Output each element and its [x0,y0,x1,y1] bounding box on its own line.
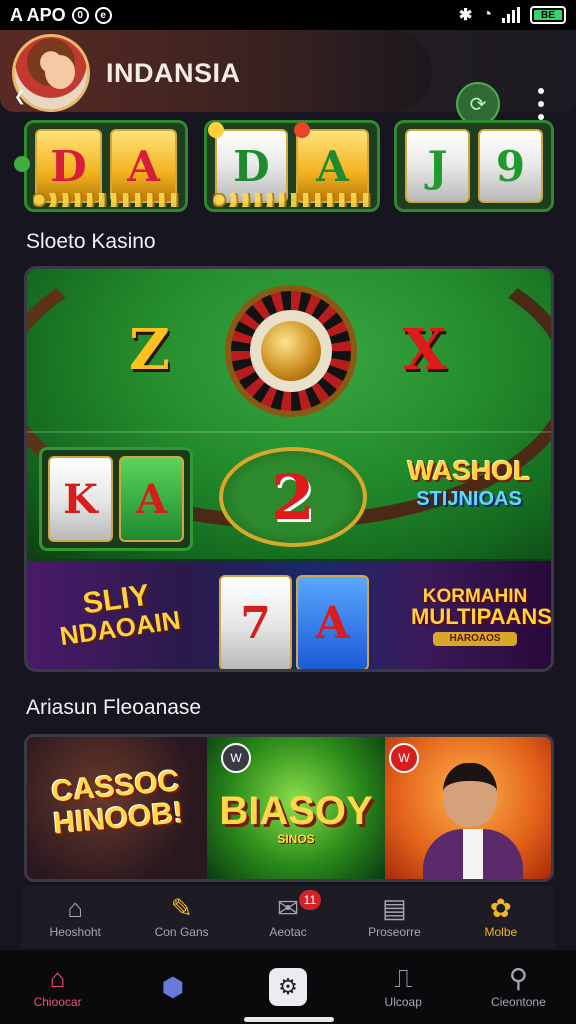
window-icon: ▤ [382,893,407,923]
nav-item-settings[interactable]: ✿ Molbe [448,886,554,948]
nav-item-center[interactable]: ⚙ [230,950,345,1024]
signal-icon [502,7,520,23]
slot-card[interactable]: J 9 [394,120,554,212]
nav-item-shield[interactable]: ⬢ [115,950,230,1024]
reel-symbol: A [119,456,184,542]
bluetooth-icon: ✱ [458,7,473,24]
slot-card[interactable]: D A [204,120,380,212]
carrier-label: A APO [10,4,66,25]
promo-card[interactable]: W [385,737,551,879]
app-header: ❮ INDANSIA ⟳ [0,30,576,126]
status-bar: A APO 0 e ✱ ◔ BE [0,0,576,30]
mail-icon: ✉ [277,893,299,923]
tile-icon: ⚙ [269,968,307,1006]
gear-icon: ✿ [489,893,512,923]
primary-nav: ⌂ Chioocar ⬢ ⚙ ⎍ Ulcoap ⚲ Cieontone [0,950,576,1024]
reel-symbol: A [296,575,369,669]
dice-game[interactable]: 2 [219,447,367,547]
casino-games-panel[interactable]: Z X K A 2 WASHOL STIJNIOAS SLIY NDAOAIN … [24,266,554,672]
edit-icon: ✎ [170,893,193,923]
secondary-nav: ⌂ Heoshoht ✎ Con Gans ✉ 11 Aeotac ▤ Pros… [22,886,554,948]
home-icon: ⌂ [67,893,84,923]
nav-item-search[interactable]: ⚲ Cieontone [461,950,576,1024]
reel-symbol: A [110,129,177,203]
status-circle-icon: 0 [71,6,89,24]
slot-reels-game[interactable]: 7 A [219,575,369,669]
nav-item-edit[interactable]: ✎ Con Gans [128,886,234,948]
game-logo-washol[interactable]: WASHOL STIJNIOAS [399,457,539,510]
book-icon: ⎍ [394,963,413,993]
info-icon: W [221,743,251,773]
reel-symbol: D [35,129,102,203]
promo-banner-row[interactable]: CASSOC HINOOB! W BIASOY SINOS W [24,734,554,882]
reel-symbol: K [48,456,113,542]
felt-symbol: X [403,317,447,383]
status-circle-icon: e [94,6,112,24]
slot-card[interactable]: D A [24,120,188,212]
reel-symbol: D [215,129,288,203]
search-icon: ⚲ [508,963,528,993]
tag-icon: W [389,743,419,773]
mini-slot-game[interactable]: K A [39,447,193,551]
felt-symbol: Z [129,317,170,383]
battery-icon: BE [530,6,566,24]
host-avatar [423,755,523,879]
game-logo-kormahin[interactable]: KORMAHIN MULTIPAANS HAROAOS [411,587,551,646]
nav-item-book[interactable]: ⎍ Ulcoap [346,950,461,1024]
section-title-slots: Sloeto Kasino [26,230,156,253]
shield-icon: ⬢ [161,972,185,1002]
promo-card[interactable]: W BIASOY SINOS [207,737,385,879]
app-title: INDANSIA [106,58,241,88]
promo-title: CASSOC HINOOB! [50,764,185,841]
nav-item-mail[interactable]: ✉ 11 Aeotac [235,886,341,948]
reel-symbol: A [296,129,369,203]
reel-symbol: 9 [478,129,543,203]
nav-item-window[interactable]: ▤ Proseorre [341,886,447,948]
home-icon: ⌂ [49,963,66,993]
wifi-icon: ◔ [482,6,492,23]
nav-item-home-main[interactable]: ⌂ Chioocar [0,950,115,1024]
promo-title: BIASOY SINOS [219,789,373,846]
section-title-promo: Ariasun Fleoanase [26,696,202,719]
nav-item-home[interactable]: ⌂ Heoshoht [22,886,128,948]
more-menu-button[interactable] [536,88,546,120]
dice-number: 2 [271,460,315,534]
back-arrow-icon[interactable]: ❮ [14,88,26,105]
reel-symbol: 7 [219,575,292,669]
refresh-icon: ⟳ [469,93,487,116]
home-indicator[interactable] [244,1017,334,1022]
reel-symbol: J [405,129,470,203]
notification-badge: 11 [298,890,322,910]
promo-card[interactable]: CASSOC HINOOB! [27,737,207,879]
roulette-wheel[interactable] [225,285,357,417]
